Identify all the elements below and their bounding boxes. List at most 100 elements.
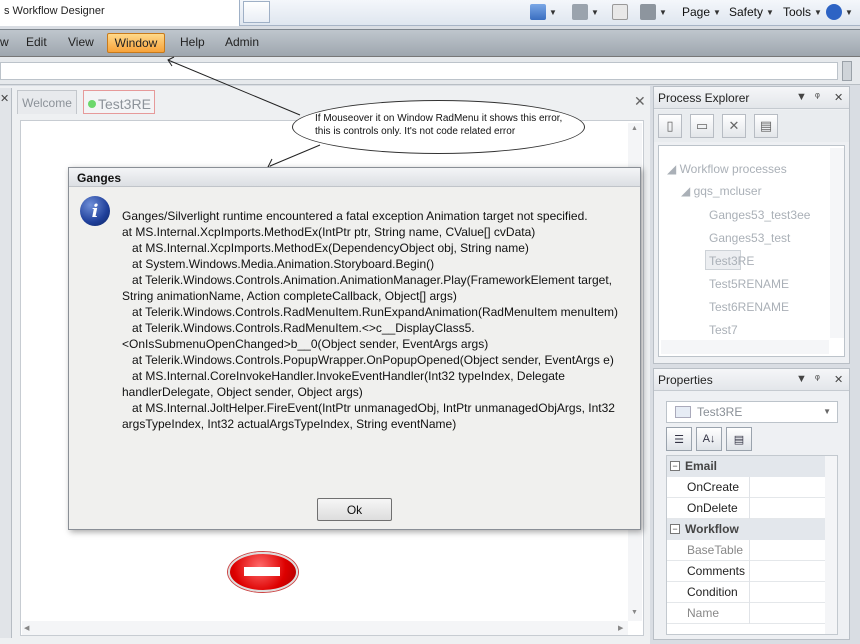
tree-item[interactable]: Test6RENAME (709, 300, 789, 314)
list-icon: ☰ (674, 433, 684, 446)
object-type-icon (675, 406, 691, 418)
tools-menu-label: Tools (783, 5, 812, 19)
new-tab-button[interactable] (243, 1, 270, 23)
dialog-title: Ganges (69, 168, 640, 187)
ok-button[interactable]: Ok (317, 498, 392, 521)
object-selector-value: Test3RE (697, 405, 743, 419)
pin-icon[interactable]: ᵠ (815, 91, 820, 103)
property-grid[interactable]: − Email OnCreate OnDelete − Workflow Bas… (666, 455, 838, 635)
delete-icon: ✕ (728, 118, 740, 133)
dialog-message: Ganges/Silverlight runtime encountered a… (122, 209, 619, 431)
safety-menu[interactable]: Safety ▼ (729, 2, 774, 22)
scroll-left-icon[interactable]: ◀ (24, 624, 29, 632)
property-row[interactable]: Condition (667, 582, 825, 603)
tools-menu[interactable]: Tools ▼ (783, 2, 822, 22)
home-button[interactable]: ▼ (530, 2, 557, 22)
left-panel-splitter[interactable] (0, 88, 12, 638)
property-row[interactable]: OnCreate (667, 477, 825, 498)
process-explorer-panel: Process Explorer ▼ ᵠ ✕ ▯ ▭ ✕ ▤ ◢ Workflo… (653, 86, 850, 364)
categorized-view-button[interactable]: ☰ (666, 427, 692, 451)
scroll-up-icon[interactable]: ▲ (631, 125, 638, 132)
panel-dropdown-icon[interactable]: ▼ (796, 91, 807, 103)
menu-item-help[interactable]: Help (180, 35, 205, 49)
property-row[interactable]: OnDelete (667, 498, 825, 519)
info-icon: i (80, 196, 110, 226)
mail-button[interactable] (612, 2, 628, 22)
document-icon: ▤ (759, 118, 773, 133)
tree-user-node[interactable]: ◢ gqs_mcluser (681, 184, 762, 198)
open-process-button[interactable]: ▭ (690, 114, 714, 138)
scroll-down-icon[interactable]: ▼ (631, 609, 638, 616)
tree-item-selected[interactable]: Test3RE (709, 254, 754, 268)
object-selector[interactable]: Test3RE ▼ (666, 401, 838, 423)
property-row[interactable]: Name (667, 603, 825, 624)
menu-item-window[interactable]: Window (107, 33, 165, 53)
tree-item[interactable]: Ganges53_test (709, 231, 790, 245)
process-explorer-title: Process Explorer (658, 91, 750, 105)
close-icon[interactable]: ✕ (834, 91, 843, 104)
process-explorer-header: Process Explorer ▼ ᵠ ✕ (654, 87, 849, 109)
new-document-icon: ▯ (666, 118, 674, 133)
help-button[interactable]: ▼ (826, 2, 853, 22)
close-tabs-icon[interactable]: ✕ (634, 93, 646, 110)
tab-test3re[interactable]: Test3RE (83, 90, 155, 114)
menu-item-edit[interactable]: Edit (26, 35, 47, 49)
collapse-icon[interactable]: − (670, 461, 680, 471)
menu-item-admin[interactable]: Admin (225, 35, 259, 49)
tab-welcome[interactable]: Welcome (17, 90, 77, 114)
properties-header: Properties ▼ ᵠ ✕ (654, 369, 849, 391)
tab-test3re-label: Test3RE (98, 95, 151, 112)
category-workflow[interactable]: − Workflow (667, 519, 825, 540)
chevron-down-icon: ▼ (823, 407, 831, 416)
toolbar-grip[interactable] (842, 61, 852, 81)
safety-menu-label: Safety (729, 5, 764, 19)
home-icon (530, 4, 546, 20)
folder-icon: ▭ (695, 118, 709, 133)
property-pages-icon: ▤ (733, 433, 745, 446)
canvas-horizontal-scrollbar[interactable]: ◀ ▶ (22, 621, 628, 635)
properties-panel: Properties ▼ ᵠ ✕ Test3RE ▼ ☰ A↓ ▤ − Emai… (653, 368, 850, 640)
close-icon[interactable]: ✕ (834, 373, 843, 386)
pin-icon[interactable]: ᵠ (815, 373, 820, 385)
sort-az-icon: A↓ (702, 433, 716, 445)
property-pages-button[interactable]: ▤ (726, 427, 752, 451)
tree-vertical-scrollbar[interactable] (830, 148, 844, 338)
tree-item[interactable]: Test7 (709, 323, 738, 337)
sort-alpha-button[interactable]: A↓ (696, 427, 722, 451)
error-dialog: Ganges i Ganges/Silverlight runtime enco… (68, 167, 641, 530)
app-menu-bar: w Edit View Window Help Admin (0, 29, 860, 57)
page-menu-label: Page (682, 5, 711, 19)
browser-tab[interactable]: s Workflow Designer (0, 0, 240, 26)
property-row[interactable]: Comments (667, 561, 825, 582)
process-explorer-toolbar: ▯ ▭ ✕ ▤ (654, 110, 849, 142)
delete-process-button[interactable]: ✕ (722, 114, 746, 138)
scroll-right-icon[interactable]: ▶ (618, 624, 623, 632)
feeds-button[interactable]: ▼ (572, 2, 599, 22)
property-grid-scrollbar[interactable] (825, 456, 837, 634)
properties-title: Properties (658, 373, 713, 387)
toolbar-strip (0, 57, 860, 85)
category-email[interactable]: − Email (667, 456, 825, 477)
toolbar-field[interactable] (0, 62, 838, 80)
print-button[interactable]: ▼ (640, 2, 667, 22)
process-tree[interactable]: ◢ Workflow processes ◢ gqs_mcluser Gange… (658, 145, 845, 357)
page-menu[interactable]: Page ▼ (682, 2, 721, 22)
tree-horizontal-scrollbar[interactable] (661, 340, 829, 354)
tree-item[interactable]: Test5RENAME (709, 277, 789, 291)
menu-item-partial[interactable]: w (0, 35, 9, 49)
rss-icon (572, 4, 588, 20)
collapse-icon[interactable]: − (670, 524, 680, 534)
left-panel-close-icon[interactable]: ✕ (0, 92, 9, 105)
properties-process-button[interactable]: ▤ (754, 114, 778, 138)
panel-dropdown-icon[interactable]: ▼ (796, 373, 807, 385)
callout-text: If Mouseover it on Window RadMenu it sho… (315, 113, 563, 137)
tree-item[interactable]: Ganges53_test3ee (709, 208, 810, 222)
status-dot-icon (88, 99, 96, 108)
menu-item-view[interactable]: View (68, 35, 94, 49)
mail-icon (612, 4, 628, 20)
property-row[interactable]: BaseTable (667, 540, 825, 561)
new-process-button[interactable]: ▯ (658, 114, 682, 138)
help-icon (826, 4, 842, 20)
tree-root[interactable]: ◢ Workflow processes (667, 162, 787, 176)
browser-toolbar: s Workflow Designer ▼ ▼ ▼ Page ▼ Safety ▼ … (0, 0, 860, 26)
